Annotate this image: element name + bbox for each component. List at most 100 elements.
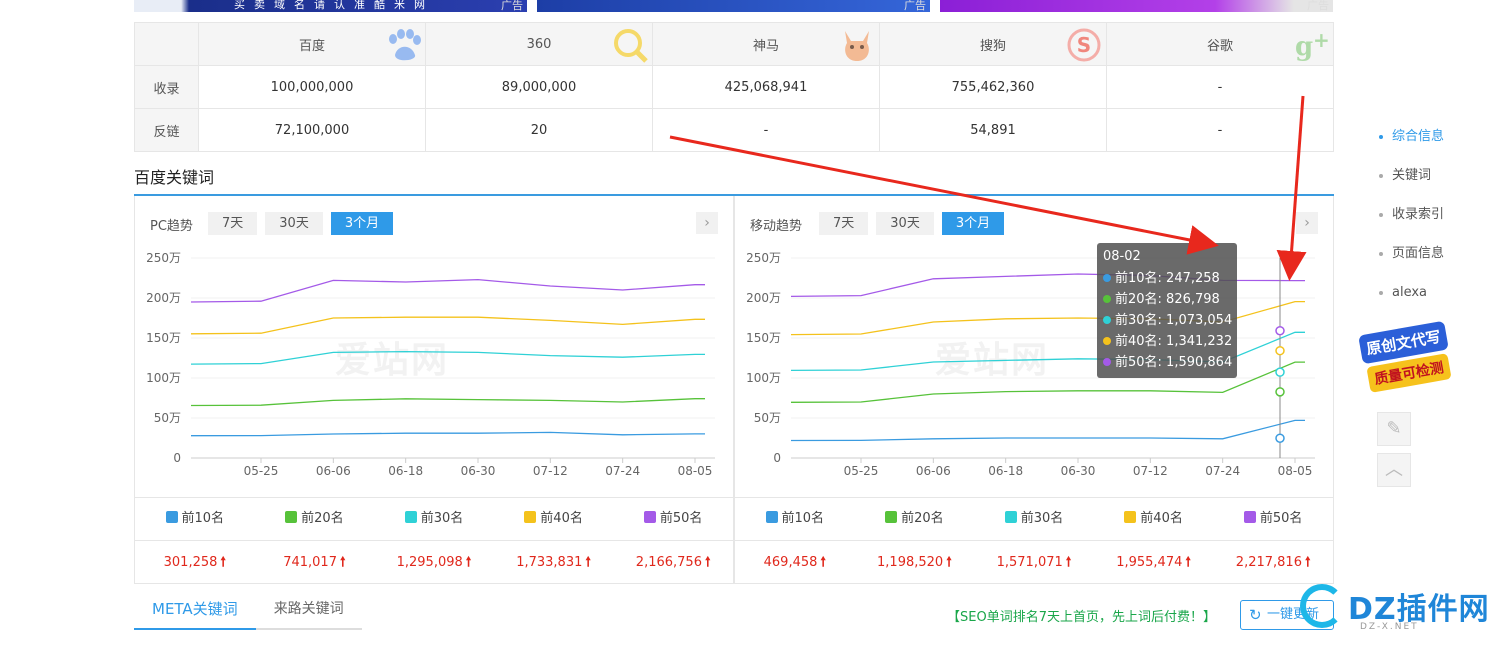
seo-promo-link[interactable]: 【SEO单词排名7天上首页，先上词后付费！】: [947, 606, 1216, 625]
legend-swatch: [885, 511, 898, 523]
x-tick-label: 06-06: [916, 464, 951, 478]
tab-meta-keywords[interactable]: META关键词: [134, 592, 256, 630]
up-arrow-icon: 🠕: [1304, 555, 1311, 570]
x-tick-label: 05-25: [244, 464, 279, 478]
x-tick-label: 07-12: [1133, 464, 1168, 478]
legend-item[interactable]: 前40名: [494, 498, 614, 540]
tab-3months[interactable]: 3个月: [941, 212, 1005, 235]
series-line: [190, 398, 705, 407]
hover-point: [1275, 367, 1285, 377]
up-arrow-icon: 🠕: [465, 555, 472, 570]
pc-range-tabs: 7天 30天 3个月: [208, 212, 394, 235]
tab-source-keywords[interactable]: 来路关键词: [255, 592, 362, 630]
sidenav-item-pageinfo[interactable]: 页面信息: [1378, 239, 1444, 278]
mobile-trend-chart[interactable]: 0 50万 100万 150万 200万 250万 05-25 06-06 06-18 06-30…: [735, 244, 1333, 494]
rank-value: 2,217,816 🠕: [1235, 555, 1311, 570]
table-cell: -: [652, 108, 880, 152]
promo-badge[interactable]: 原创文代写 质量可检测: [1356, 318, 1456, 400]
row-label: 收录: [134, 65, 199, 109]
legend-swatch: [524, 511, 537, 523]
rank-value: 1,571,071 🠕: [996, 555, 1072, 570]
tooltip-row: 前20名: 826,798: [1103, 289, 1231, 310]
legend-row: 前10名 前20名 前30名 前40名 前50名: [135, 497, 733, 540]
y-tick-label: 50万: [754, 411, 781, 425]
x-tick-label: 07-24: [1205, 464, 1240, 478]
legend-item[interactable]: 前50名: [613, 498, 733, 540]
sidenav-item-alexa[interactable]: alexa: [1378, 278, 1444, 317]
sidenav-item-keywords[interactable]: 关键词: [1378, 161, 1444, 200]
up-arrow-icon: 🠕: [820, 555, 826, 570]
table-corner: [134, 22, 199, 66]
ad-tag: 广告: [904, 0, 926, 12]
ad-banner-1[interactable]: 买卖域名请认准酷米网 广告: [134, 0, 527, 12]
mobile-range-tabs: 7天 30天 3个月: [819, 212, 1005, 235]
rank-value: 301,258 🠕: [163, 555, 226, 570]
svg-text:S: S: [1077, 33, 1091, 57]
hover-point: [1275, 325, 1285, 336]
rank-value: 1,955,474 🠕: [1116, 555, 1191, 570]
sidenav-item-overview[interactable]: 综合信息: [1378, 122, 1444, 161]
360-search-icon: [614, 29, 648, 63]
section-title: 百度关键词: [134, 168, 215, 187]
sidenav-item-index[interactable]: 收录索引: [1378, 200, 1444, 239]
series-line: [190, 431, 705, 437]
up-arrow-icon: 🠕: [339, 555, 346, 570]
legend-swatch: [165, 511, 178, 523]
tab-30days[interactable]: 30天: [265, 212, 323, 235]
ad-banner-3[interactable]: 广告: [940, 0, 1333, 12]
google-plus-icon: g +: [1295, 28, 1330, 62]
legend-swatch: [1004, 511, 1017, 523]
edit-pencil-icon[interactable]: ✎: [1377, 412, 1411, 446]
rank-value: 1,733,831 🠕: [516, 555, 591, 570]
engine-header-google: 谷歌 g +: [1106, 22, 1334, 66]
legend-item[interactable]: 前50名: [1213, 498, 1333, 540]
legend-item[interactable]: 前20名: [855, 498, 975, 540]
legend-item[interactable]: 前20名: [255, 498, 375, 540]
pc-trend-chart[interactable]: 0 50万 100万 150万 200万 250万 05-25 06-06 06-18 06-30…: [135, 244, 733, 494]
chevron-right-icon[interactable]: ›: [696, 212, 718, 234]
row-label: 反链: [134, 108, 199, 152]
rank-value: 469,458 🠕: [763, 555, 826, 570]
legend-item[interactable]: 前40名: [1094, 498, 1214, 540]
table-cell: 20: [425, 108, 653, 152]
chevron-right-icon[interactable]: ›: [1296, 212, 1318, 234]
engine-header-sogou: 搜狗 S: [879, 22, 1107, 66]
up-arrow-icon: 🠕: [585, 555, 591, 570]
legend-item[interactable]: 前10名: [735, 498, 855, 540]
y-tick-label: 0: [773, 451, 781, 465]
tooltip-row: 前40名: 1,341,232: [1103, 331, 1232, 352]
up-arrow-icon: 🠕: [1065, 555, 1072, 570]
rank-value: 2,166,756 🠕: [635, 555, 711, 570]
legend-item[interactable]: 前30名: [374, 498, 494, 540]
table-header-row: 百度 360 神马 搜狗 S 谷歌 g +: [134, 22, 1334, 66]
shenma-alpaca-icon: [845, 31, 869, 61]
hover-point: [1275, 433, 1285, 443]
panel-title: 移动趋势: [750, 219, 803, 234]
pc-trend-panel: PC趋势 7天 30天 3个月 › 爱站网 0 50万 100万 150万 200万 25…: [134, 196, 734, 584]
tab-30days[interactable]: 30天: [876, 212, 934, 235]
hover-point: [1275, 345, 1285, 356]
up-arrow-icon: 🠕: [1185, 555, 1191, 570]
dz-circle-icon: [1300, 584, 1344, 628]
dz-logo-sub: DZ-X.NET: [1360, 622, 1419, 632]
legend-swatch: [1243, 511, 1256, 523]
back-to-top-icon[interactable]: ︿: [1377, 453, 1411, 487]
y-tick-label: 0: [173, 451, 181, 465]
tooltip-title: 08-02: [1103, 249, 1141, 264]
ad-banner-2[interactable]: 广告: [537, 0, 930, 12]
table-cell: 89,000,000: [425, 65, 653, 109]
series-line: [190, 316, 705, 335]
y-tick-label: 150万: [746, 331, 781, 345]
table-cell: 755,462,360: [879, 65, 1107, 109]
keyword-tabs: META关键词 来路关键词: [134, 592, 362, 630]
tab-3months[interactable]: 3个月: [330, 212, 394, 235]
legend-item[interactable]: 前10名: [135, 498, 255, 540]
tab-7days[interactable]: 7天: [819, 212, 869, 235]
mobile-trend-panel: 移动趋势 7天 30天 3个月 › 爱站网 0 50万 100万 150万 200万 25…: [734, 196, 1334, 584]
baidu-paw-icon: [389, 29, 421, 61]
tab-7days[interactable]: 7天: [208, 212, 258, 235]
legend-row: 前10名 前20名 前30名 前40名 前50名: [735, 497, 1333, 540]
dz-logo-watermark: DZ插件网 DZ-X.NET: [1300, 578, 1496, 645]
table-cell: 425,068,941: [652, 65, 880, 109]
legend-item[interactable]: 前30名: [974, 498, 1094, 540]
